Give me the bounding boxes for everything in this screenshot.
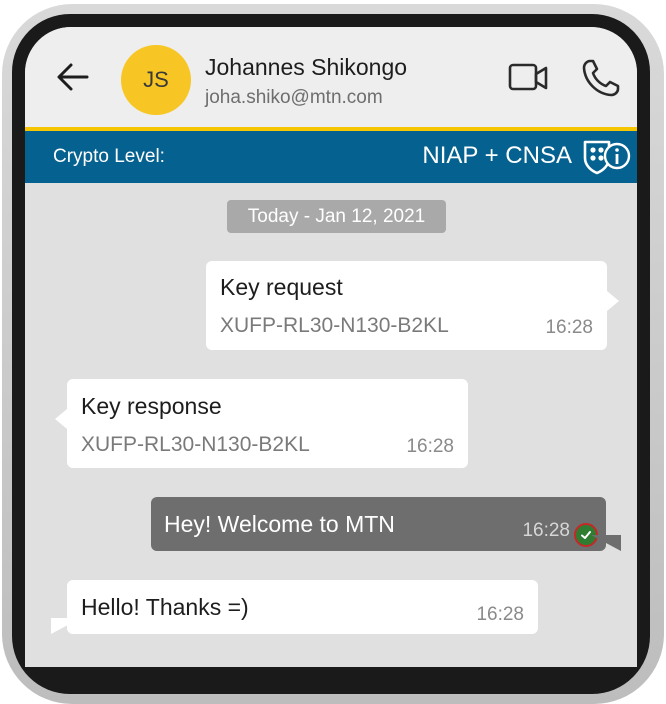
chat-screen: JS Johannes Shikongo joha.shiko@mtn.com …: [25, 27, 637, 667]
bubble-tail: [51, 618, 81, 634]
message-time: 16:28: [522, 520, 570, 541]
contact-name: Johannes Shikongo: [205, 54, 408, 80]
message-bubble-outgoing[interactable]: Hey! Welcome to MTN 16:28: [151, 497, 606, 551]
message-text: Key response: [81, 393, 222, 419]
phone-call-icon[interactable]: [580, 57, 622, 99]
message-text: Hey! Welcome to MTN: [164, 511, 395, 537]
message-key-code: XUFP-RL30-N130-B2KL: [220, 314, 449, 337]
message-text: Key request: [220, 274, 343, 300]
avatar-initials: JS: [143, 67, 169, 92]
message-text: Hello! Thanks =): [81, 594, 249, 620]
chat-header: JS Johannes Shikongo joha.shiko@mtn.com: [25, 27, 637, 131]
crypto-level-value: NIAP + CNSA: [422, 142, 572, 169]
message-time: 16:28: [406, 436, 454, 457]
shield-info-icon[interactable]: [581, 138, 633, 176]
crypto-level-bar: Crypto Level: NIAP + CNSA: [25, 131, 637, 183]
message-bubble-outgoing[interactable]: Key request XUFP-RL30-N130-B2KL 16:28: [206, 261, 607, 350]
message-time: 16:28: [476, 604, 524, 625]
message-bubble-incoming[interactable]: Key response XUFP-RL30-N130-B2KL 16:28: [67, 379, 468, 468]
date-separator: Today - Jan 12, 2021: [227, 200, 446, 233]
avatar[interactable]: JS: [121, 45, 191, 115]
bubble-tail: [607, 291, 619, 311]
bubble-tail: [591, 535, 621, 551]
message-bubble-incoming[interactable]: Hello! Thanks =) 16:28: [67, 580, 538, 634]
bubble-tail: [55, 409, 67, 429]
contact-email: joha.shiko@mtn.com: [205, 87, 383, 108]
crypto-level-label: Crypto Level:: [53, 146, 165, 167]
message-key-code: XUFP-RL30-N130-B2KL: [81, 433, 310, 456]
video-call-icon[interactable]: [507, 61, 549, 95]
message-time: 16:28: [545, 317, 593, 338]
back-arrow-icon[interactable]: [55, 59, 91, 95]
